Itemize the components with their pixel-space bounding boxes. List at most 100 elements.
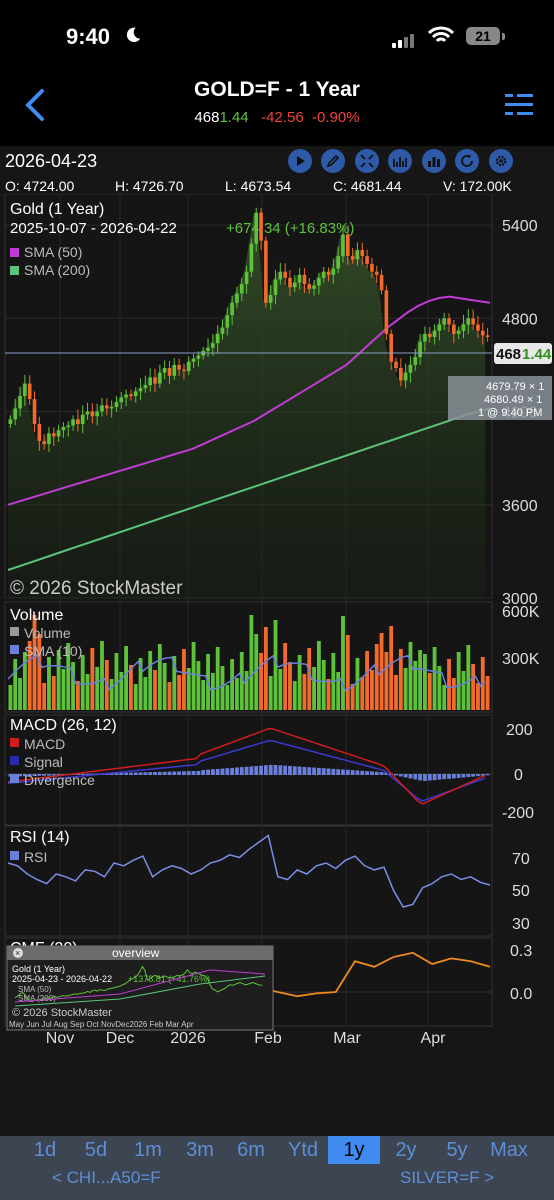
volume-bar [316,641,321,710]
volume-bar [394,675,398,710]
candle-body [297,274,302,283]
macd-divergence-bar [312,767,316,775]
macd-divergence-bar [427,774,432,781]
volume-tick-600k: 600K [502,604,540,621]
indicators-button[interactable] [421,149,446,173]
overview-change: +1378.81 (+41.76%) [128,974,210,984]
candle-body [172,364,177,376]
period-1d[interactable]: 1d [19,1136,71,1164]
macd-divergence-bar [196,770,201,775]
volume-bar [129,665,133,710]
macd-tick-neg200: -200 [502,805,534,822]
macd-divergence-bar [418,774,423,781]
main-chart-range: 2025-10-07 - 2026-04-22 [10,220,177,237]
macd-divergence-bar [177,771,182,775]
compress-icon [360,154,374,168]
period-5y[interactable]: 5y [431,1136,483,1164]
prev-symbol-link[interactable]: < CHI...A50=F [52,1168,161,1188]
volume-bar [384,652,389,710]
compress-button[interactable] [354,149,379,173]
rsi-tick-70: 70 [512,851,530,868]
overview-range: 2025-04-23 - 2026-04-22 [12,974,112,984]
refresh-button[interactable] [455,149,480,173]
sma50-legend-swatch [10,248,19,257]
period-2y[interactable]: 2y [380,1136,432,1164]
play-button[interactable] [288,149,312,173]
crosshair-line-3: 1 @ 9:40 PM [478,407,542,419]
overview-inset[interactable]: overview × Gold (1 Year) 2025-04-23 - 20… [6,945,274,1031]
draw-button[interactable] [321,149,346,173]
rsi-title: RSI (14) [10,829,70,846]
volume-bar [13,659,18,710]
period-6m[interactable]: 6m [225,1136,277,1164]
volume-title: Volume [10,607,63,624]
candle-body [220,327,225,334]
cmf-tick-03: 0.3 [510,943,532,960]
period-1m[interactable]: 1m [122,1136,174,1164]
volume-bar [456,652,461,710]
rsi-panel-frame [4,825,493,937]
period-max[interactable]: Max [483,1136,535,1164]
volume-bar [100,641,104,710]
volume-bar [162,663,167,710]
price-tag-main: 468 [496,346,521,363]
candle-body [167,368,172,376]
volume-bar [374,644,379,710]
candle-body [312,285,316,289]
chart-toolbar [288,149,518,173]
candle-body [23,383,27,396]
volume-bar [471,664,476,710]
volume-bar [336,672,341,710]
volume-bar [403,668,408,710]
candle-body [476,324,480,331]
candle-body [278,271,283,280]
macd-divergence-bar [302,766,307,775]
macd-divergence-bar [119,772,124,775]
candle-body [389,333,393,362]
candle-body [182,369,186,372]
period-1y[interactable]: 1y [328,1136,380,1164]
candle-body [51,433,56,437]
volume-bar [461,671,466,710]
macd-divergence-bar [206,769,210,775]
candle-body [379,274,384,291]
macd-divergence-bar [461,774,466,778]
candle-body [129,394,133,396]
volume-bar [341,616,345,710]
candle-body [432,330,437,337]
macd-divergence-bar [268,764,273,775]
candle-body [273,279,278,295]
volume-bar [321,660,326,710]
volume-bar [302,674,307,710]
candle-body [442,318,447,325]
crosshair-line-2: 4680.49 × 1 [484,394,542,406]
x-label-apr: Apr [421,1030,447,1047]
current-date: 2026-04-23 [5,151,98,171]
crosshair-line-1: 4679.79 × 1 [486,381,544,393]
volume-bar [90,648,95,710]
candle-body [162,368,167,373]
divergence-legend: Divergence [24,772,95,788]
volume-bar [389,626,394,710]
volume-bar [167,682,172,710]
price-tick-5400: 5400 [502,218,538,235]
overview-label: overview [112,946,160,960]
list-menu-icon[interactable] [505,92,533,118]
macd-divergence-bar [394,774,398,776]
volume-bar [47,657,51,710]
volume-bar [56,650,61,710]
macd-divergence-bar [432,774,437,781]
compare-button[interactable] [388,149,413,173]
volume-bar [345,635,350,710]
volume-bar [432,647,437,710]
volume-bar [370,670,374,710]
period-ytd[interactable]: Ytd [277,1136,329,1164]
period-5d[interactable]: 5d [70,1136,122,1164]
period-3m[interactable]: 3m [174,1136,226,1164]
settings-button[interactable] [488,149,513,173]
volume-bar [124,646,128,710]
ohlc-low: L: 4673.54 [225,178,292,194]
chart-canvas[interactable]: 54004800420036003000 NovDec2026FebMarApr… [0,194,554,1136]
candle-body [249,243,254,272]
next-symbol-link[interactable]: SILVER=F > [400,1168,494,1188]
